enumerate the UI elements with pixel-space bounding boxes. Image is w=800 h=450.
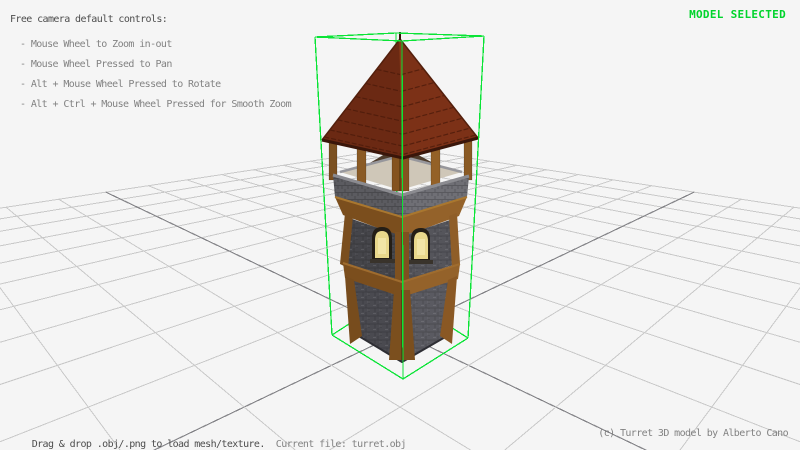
- help-line: - Alt + Mouse Wheel Pressed to Rotate: [10, 75, 291, 95]
- turret-model[interactable]: [322, 32, 478, 362]
- model-viewer-viewport[interactable]: Free camera default controls: - Mouse Wh…: [0, 0, 800, 450]
- help-line: - Mouse Wheel Pressed to Pan: [10, 55, 291, 75]
- camera-controls-help: Free camera default controls: - Mouse Wh…: [10, 13, 291, 115]
- status-badge: MODEL SELECTED: [689, 8, 786, 21]
- current-file-label: Current file: turret.obj: [276, 439, 406, 450]
- footer-left: Drag & drop .obj/.png to load mesh/textu…: [10, 428, 406, 450]
- credit-label: (c) Turret 3D model by Alberto Cano: [598, 428, 788, 439]
- help-line: - Alt + Ctrl + Mouse Wheel Pressed for S…: [10, 95, 291, 115]
- roof: [322, 32, 478, 158]
- help-heading: Free camera default controls:: [10, 13, 291, 27]
- help-line: - Mouse Wheel to Zoom in-out: [10, 35, 291, 55]
- drop-hint: Drag & drop .obj/.png to load mesh/textu…: [32, 439, 265, 450]
